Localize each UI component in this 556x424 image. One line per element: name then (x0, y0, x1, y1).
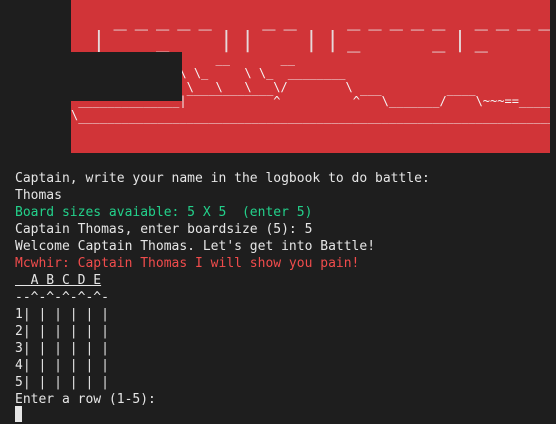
board-column-header: A B C D E (15, 273, 102, 288)
terminal-cursor[interactable] (15, 406, 22, 422)
enemy-taunt-line: Mcwhir: Captain Thomas I will show you p… (15, 256, 360, 271)
board-sizes-line: Board sizes avaiable: 5 X 5 (enter 5) (15, 205, 313, 220)
banner-title-ascii: _____ __ _____ _____ _ _____ _____ _ _ _… (92, 6, 550, 53)
terminal-window[interactable]: _____ __ _____ _____ _ _____ _____ _ _ _… (0, 0, 556, 424)
welcome-line: Welcome Captain Thomas. Let's get into B… (15, 239, 376, 254)
board-row-2: 2| | | | | | (15, 324, 109, 339)
name-prompt-line: Captain, write your name in the logbook … (15, 171, 430, 186)
board-row-4: 4| | | | | | (15, 358, 109, 373)
board-row-5: 5| | | | | | (15, 375, 109, 390)
board-row-3: 3| | | | | | (15, 341, 109, 356)
boardsize-prompt-line: Captain Thomas, enter boardsize (5): 5 (15, 222, 313, 237)
name-input-line: Thomas (15, 188, 62, 203)
banner-dark-block (71, 52, 182, 101)
board-row-1: 1| | | | | | (15, 307, 109, 322)
row-input-prompt: Enter a row (1-5): (15, 392, 156, 407)
board-divider: --^-^-^-^-^- (15, 290, 109, 305)
